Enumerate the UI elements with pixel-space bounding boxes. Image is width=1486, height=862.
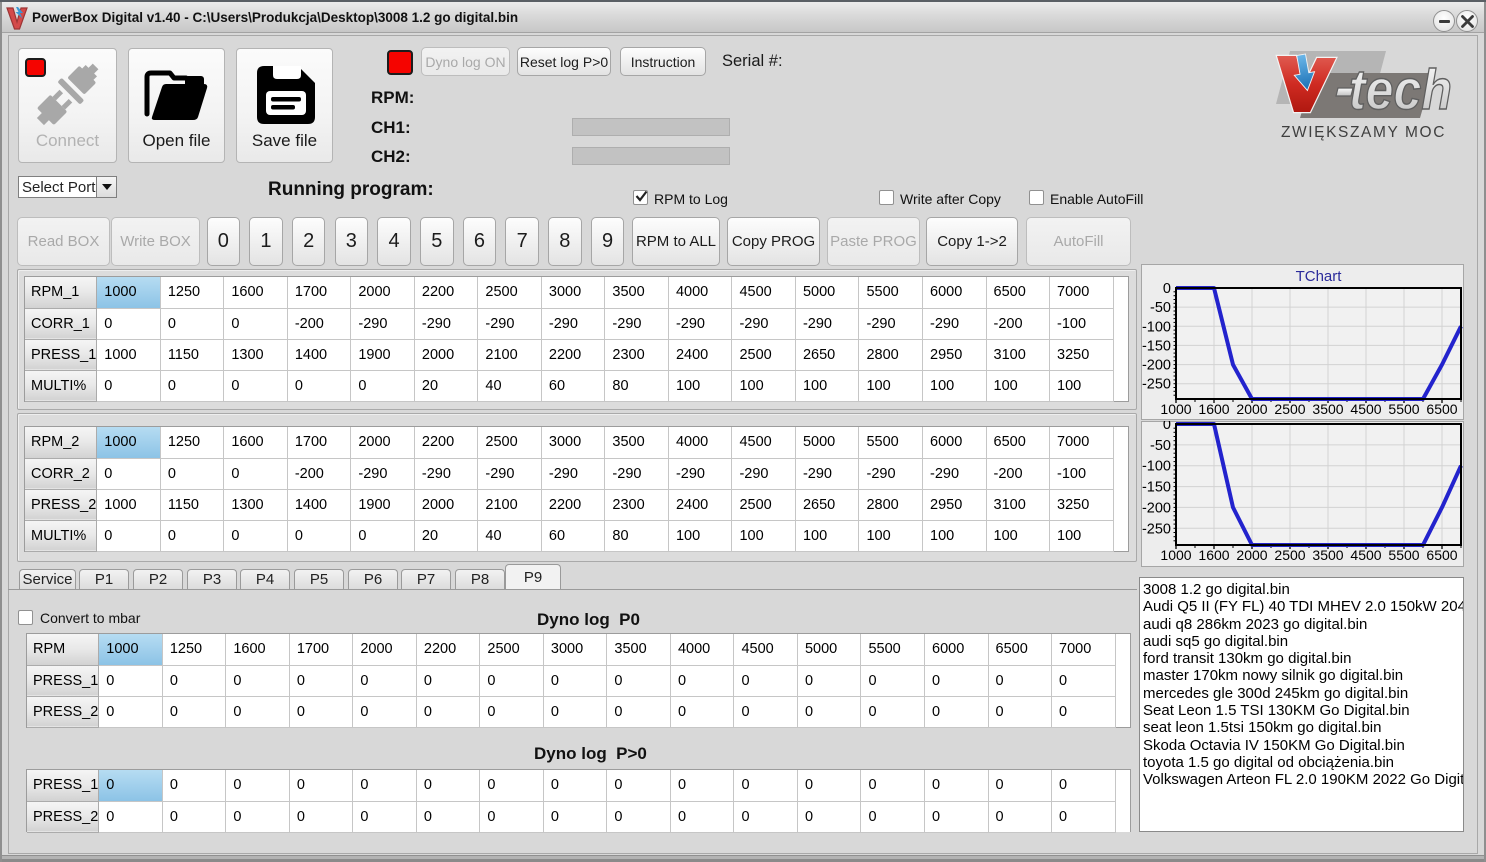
svg-text:-200: -200 <box>1142 358 1171 374</box>
svg-text:-50: -50 <box>1150 300 1171 316</box>
svg-text:-50: -50 <box>1150 438 1171 454</box>
svg-text:1600: 1600 <box>1198 547 1229 563</box>
svg-text:5500: 5500 <box>1388 547 1419 563</box>
svg-text:2000: 2000 <box>1236 547 1267 563</box>
svg-text:1600: 1600 <box>1198 401 1229 417</box>
svg-text:-150: -150 <box>1142 480 1171 496</box>
svg-text:-200: -200 <box>1142 500 1171 516</box>
svg-text:3500: 3500 <box>1312 547 1343 563</box>
svg-text:3500: 3500 <box>1312 401 1343 417</box>
svg-text:-100: -100 <box>1142 319 1171 335</box>
svg-text:-250: -250 <box>1142 377 1171 393</box>
svg-text:2500: 2500 <box>1274 401 1305 417</box>
svg-text:tech: tech <box>1349 58 1452 122</box>
svg-text:0: 0 <box>1163 421 1171 433</box>
svg-text:-150: -150 <box>1142 338 1171 354</box>
svg-text:1000: 1000 <box>1160 547 1191 563</box>
svg-text:ZWIĘKSZAMY MOC: ZWIĘKSZAMY MOC <box>1281 124 1446 141</box>
svg-text:-100: -100 <box>1142 459 1171 475</box>
svg-text:6500: 6500 <box>1426 547 1457 563</box>
svg-text:6500: 6500 <box>1426 401 1457 417</box>
svg-text:5500: 5500 <box>1388 401 1419 417</box>
svg-text:4500: 4500 <box>1350 547 1381 563</box>
svg-text:0: 0 <box>1163 281 1171 297</box>
svg-text:1000: 1000 <box>1160 401 1191 417</box>
svg-text:2000: 2000 <box>1236 401 1267 417</box>
svg-text:-250: -250 <box>1142 521 1171 537</box>
svg-text:TChart: TChart <box>1296 268 1343 285</box>
svg-text:4500: 4500 <box>1350 401 1381 417</box>
svg-text:2500: 2500 <box>1274 547 1305 563</box>
